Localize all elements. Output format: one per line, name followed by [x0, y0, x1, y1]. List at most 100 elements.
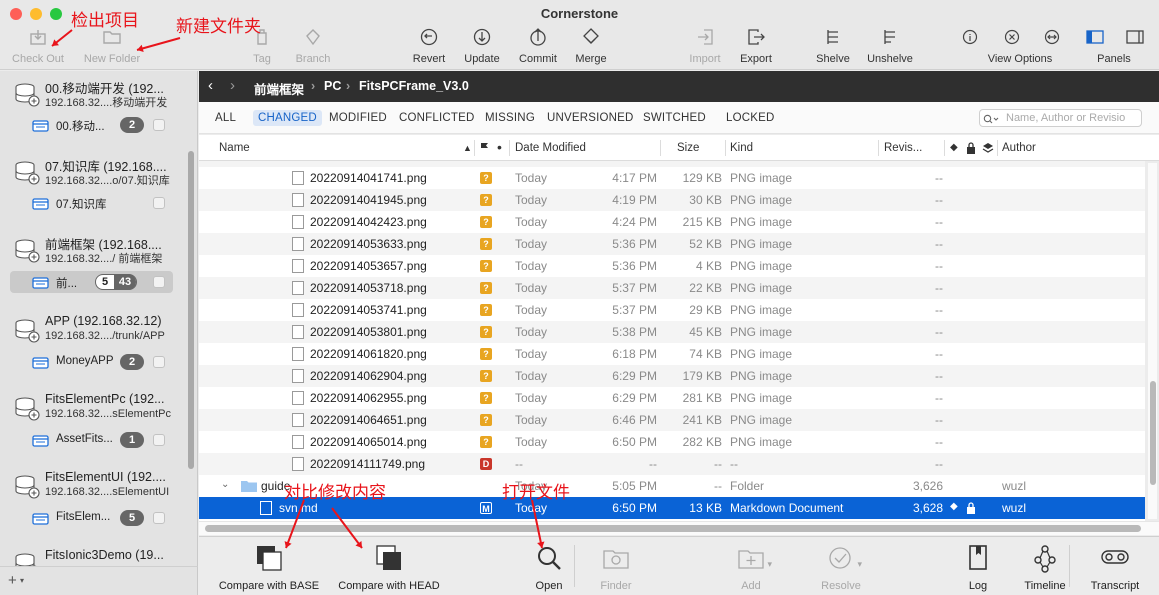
- file-row[interactable]: 20220914041945.png? Today 4:19 PM 30 KB PNG …: [199, 189, 1145, 211]
- working-copy-checkbox[interactable]: [153, 356, 165, 368]
- lock-column-icon[interactable]: [966, 142, 976, 154]
- file-row[interactable]: 20220914053657.png? Today 5:36 PM 4 KB PNG i…: [199, 255, 1145, 277]
- commit-button[interactable]: Commit: [512, 27, 564, 67]
- finder-button[interactable]: Finder: [591, 543, 641, 592]
- back-arrow-icon[interactable]: ‹: [208, 77, 213, 94]
- file-row[interactable]: 20220914041741.png? Today 4:17 PM 129 KB PNG…: [199, 167, 1145, 189]
- working-copy-checkbox[interactable]: [153, 197, 165, 209]
- search-field[interactable]: Name, Author or Revisio: [979, 109, 1142, 127]
- working-copy-checkbox[interactable]: [153, 119, 165, 131]
- column-revision[interactable]: Revis...: [884, 142, 922, 154]
- filter-tab-all[interactable]: ALL: [210, 110, 241, 126]
- chevron-down-icon[interactable]: ▾: [767, 559, 772, 570]
- working-copy-checkbox[interactable]: [153, 434, 165, 446]
- working-copy-item[interactable]: FitsElem... 5: [10, 507, 173, 529]
- add-repository-button[interactable]: +: [8, 572, 17, 589]
- repository-item[interactable]: 07.知识库 (192.168.... 192.168.32....o/07.知…: [14, 155, 180, 189]
- repository-item[interactable]: 前端框架 (192.168.... 192.168.32..../ 前端框架: [14, 233, 180, 267]
- repository-item[interactable]: FitsElementUI (192.... 192.168.32....sEl…: [14, 469, 180, 503]
- file-name: 20220914042423.png: [310, 215, 427, 229]
- working-copy-item[interactable]: AssetFits... 1: [10, 429, 173, 451]
- repository-item[interactable]: 00.移动端开发 (192... 192.168.32....移动端开发: [14, 77, 180, 111]
- filter-tab-locked[interactable]: LOCKED: [721, 110, 780, 126]
- file-row[interactable]: 20220914053633.png? Today 5:36 PM 52 KB PNG …: [199, 233, 1145, 255]
- repository-item[interactable]: APP (192.168.32.12) 192.168.32..../trunk…: [14, 313, 180, 347]
- file-name: 20220914053741.png: [310, 303, 427, 317]
- log-button[interactable]: Log: [956, 543, 1000, 592]
- column-name[interactable]: Name: [219, 142, 250, 154]
- file-row[interactable]: 20220914042423.png? Today 4:24 PM 215 KB PNG…: [199, 211, 1145, 233]
- sidebar: 00.移动端开发 (192... 192.168.32....移动端开发 00.…: [0, 71, 198, 566]
- working-copy-checkbox[interactable]: [153, 512, 165, 524]
- file-row[interactable]: 20220914065014.png? Today 6:50 PM 282 KB PNG…: [199, 431, 1145, 453]
- file-row[interactable]: 20220914053718.png? Today 5:37 PM 22 KB PNG …: [199, 277, 1145, 299]
- export-button[interactable]: Export: [733, 27, 779, 67]
- file-row[interactable]: 20220914053801.png? Today 5:38 PM 45 KB PNG …: [199, 321, 1145, 343]
- repository-item[interactable]: FitsElementPc (192... 192.168.32....sEle…: [14, 391, 180, 425]
- breadcrumb-item[interactable]: FitsPCFrame_V3.0: [359, 79, 469, 93]
- compare-with-head-button[interactable]: Compare with HEAD: [332, 543, 446, 592]
- file-row[interactable]: 20220914111749.png D -- -- -- -- --: [199, 453, 1145, 475]
- filter-tab-changed[interactable]: CHANGED: [253, 110, 322, 126]
- branch-button[interactable]: Branch: [290, 27, 336, 67]
- panels-group: Panels: [1082, 27, 1146, 67]
- disclosure-triangle-icon[interactable]: ⌄: [221, 479, 229, 490]
- column-author[interactable]: Author: [1002, 142, 1036, 154]
- tag-column-icon[interactable]: ◆: [950, 142, 958, 153]
- revert-button[interactable]: Revert: [404, 27, 454, 67]
- working-copy-item[interactable]: 00.移动... 2: [10, 114, 173, 136]
- open-button[interactable]: Open: [526, 543, 572, 592]
- close-circle-icon[interactable]: [1004, 29, 1020, 45]
- column-date[interactable]: Date Modified: [515, 142, 586, 154]
- shelve-button[interactable]: Shelve: [810, 27, 856, 67]
- add-button[interactable]: Add ▾: [726, 543, 776, 592]
- scroll-thumb[interactable]: [1150, 381, 1156, 485]
- filter-tab-unversioned[interactable]: UNVERSIONED: [542, 110, 639, 126]
- transcript-button[interactable]: Transcript: [1084, 543, 1146, 592]
- working-copy-checkbox[interactable]: [153, 276, 165, 288]
- sidebar-scrollbar[interactable]: [188, 151, 194, 469]
- filter-tab-conflicted[interactable]: CONFLICTED: [394, 110, 479, 126]
- file-list-vertical-scrollbar[interactable]: [1148, 163, 1157, 519]
- working-copy-item[interactable]: 前... 5 43: [10, 271, 173, 293]
- column-kind[interactable]: Kind: [730, 142, 753, 154]
- filter-tab-switched[interactable]: SWITCHED: [638, 110, 711, 126]
- time-modified: 6:29 PM: [612, 369, 657, 383]
- import-button[interactable]: Import: [682, 27, 728, 67]
- expand-icon[interactable]: [1044, 29, 1060, 45]
- working-copy-item[interactable]: 07.知识库: [10, 192, 173, 214]
- resolve-button[interactable]: Resolve ▾: [816, 543, 866, 592]
- right-panel-icon[interactable]: [1126, 30, 1144, 44]
- file-row[interactable]: 20220914061820.png? Today 6:18 PM 74 KB PNG …: [199, 343, 1145, 365]
- info-icon[interactable]: [962, 29, 978, 45]
- filter-tab-modified[interactable]: MODIFIED: [324, 110, 392, 126]
- file-kind: --: [730, 457, 738, 471]
- forward-arrow-icon[interactable]: ›: [230, 77, 235, 94]
- left-panel-icon[interactable]: [1086, 30, 1104, 44]
- file-row[interactable]: 20220914064651.png? Today 6:46 PM 241 KB PNG…: [199, 409, 1145, 431]
- timeline-button[interactable]: Timeline: [1022, 543, 1068, 592]
- file-row[interactable]: 20220914053741.png? Today 5:37 PM 29 KB PNG …: [199, 299, 1145, 321]
- file-row[interactable]: 20220914062904.png? Today 6:29 PM 179 KB PNG…: [199, 365, 1145, 387]
- unshelve-button[interactable]: Unshelve: [862, 27, 918, 67]
- breadcrumb-item[interactable]: PC: [324, 79, 341, 93]
- scroll-thumb[interactable]: [205, 525, 1141, 532]
- png-file-icon: [292, 435, 304, 449]
- working-copy-item[interactable]: MoneyAPP 2: [10, 351, 173, 373]
- chevron-down-icon[interactable]: ▾: [20, 576, 24, 585]
- layers-column-icon[interactable]: [982, 142, 994, 154]
- column-size[interactable]: Size: [677, 142, 699, 154]
- file-row[interactable]: 20220914062955.png? Today 6:29 PM 281 KB PNG…: [199, 387, 1145, 409]
- repository-item[interactable]: FitsIonic3Demo (19...: [14, 547, 180, 566]
- merge-button[interactable]: Merge: [566, 27, 616, 67]
- compare-with-base-button[interactable]: Compare with BASE: [209, 543, 329, 592]
- update-button[interactable]: Update: [456, 27, 508, 67]
- dot-icon[interactable]: •: [497, 139, 502, 155]
- breadcrumb-item[interactable]: 前端框架: [254, 79, 304, 98]
- chevron-down-icon[interactable]: ▾: [857, 559, 862, 570]
- new-folder-button[interactable]: New Folder: [79, 27, 145, 67]
- checkout-button[interactable]: Check Out: [8, 27, 68, 67]
- flag-icon[interactable]: [480, 142, 490, 154]
- file-list-horizontal-scrollbar[interactable]: [199, 521, 1159, 535]
- filter-tab-missing[interactable]: MISSING: [480, 110, 540, 126]
